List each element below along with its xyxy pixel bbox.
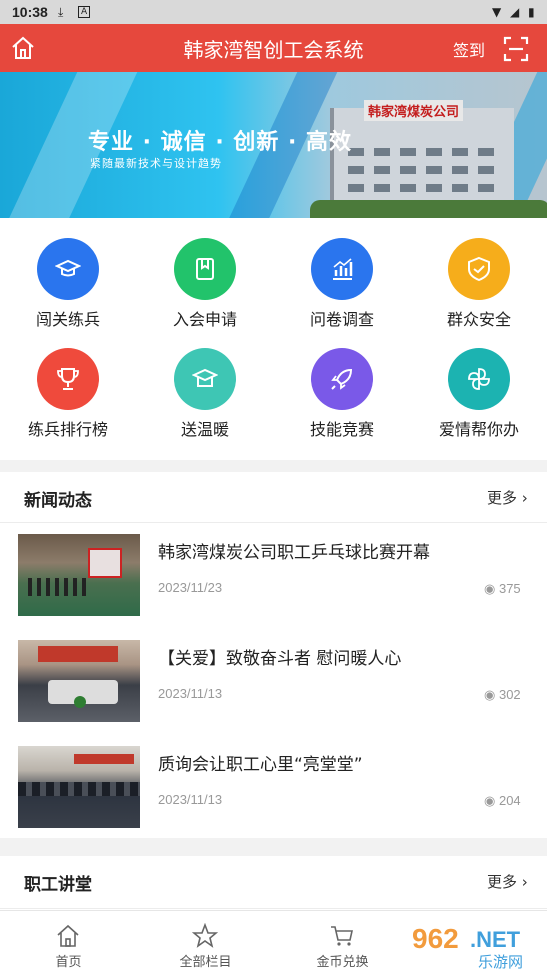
mortarboard-icon (174, 348, 236, 410)
more-label: 更多 (487, 489, 518, 507)
bookmark-form-icon (174, 238, 236, 300)
news-views: ◉ 375 (484, 581, 521, 597)
graduation-cap-icon (37, 238, 99, 300)
eye-icon: ◉ (484, 687, 496, 702)
eye-icon: ◉ (484, 793, 496, 808)
app-header: 韩家湾智创工会系统 签到 (0, 24, 547, 72)
news-date: 2023/11/13 (158, 792, 223, 807)
battery-icon: ▮ (528, 5, 535, 19)
feature-label: 闯关练兵 (35, 310, 100, 329)
home-icon (57, 924, 79, 947)
status-bar: 10:38 ⤓ A ▼ ◢ ▮ (0, 0, 547, 24)
section-title: 新闻动态 (24, 491, 92, 511)
feature-join[interactable]: 入会申请 (137, 218, 273, 329)
tab-coin-exchange[interactable]: 金币兑换 (274, 911, 411, 975)
news-section: 新闻动态 更多 › 韩家湾煤炭公司职工乒乓球比赛开幕 2023/11/23 ◉ … (0, 472, 547, 838)
feature-contest[interactable]: 技能竞赛 (274, 328, 410, 439)
more-label: 更多 (487, 873, 518, 891)
trophy-icon (37, 348, 99, 410)
banner-slogan: 专业 · 诚信 · 创新 · 高效 (88, 130, 353, 155)
svg-text:乐游网: 乐游网 (478, 953, 523, 970)
bar-chart-icon (311, 238, 373, 300)
news-thumbnail (18, 746, 140, 828)
news-title: 【关爱】致敬奋斗者 慰问暖人心 (158, 649, 402, 669)
more-link[interactable]: 更多 › (487, 871, 528, 892)
feature-label: 练兵排行榜 (27, 420, 108, 439)
feature-training[interactable]: 闯关练兵 (0, 218, 136, 329)
chevron-right-icon: › (521, 873, 528, 891)
feature-ranking[interactable]: 练兵排行榜 (0, 328, 136, 439)
views-count: 302 (498, 687, 521, 702)
pinwheel-icon (448, 348, 510, 410)
signin-button[interactable]: 签到 (453, 37, 485, 61)
views-count: 375 (498, 581, 521, 596)
rocket-icon (311, 348, 373, 410)
feature-label: 问卷调查 (309, 310, 374, 329)
svg-text:.NET: .NET (470, 927, 521, 952)
news-item[interactable]: 【关爱】致敬奋斗者 慰问暖人心 2023/11/13 ◉ 302 (0, 640, 547, 746)
views-count: 204 (498, 793, 521, 808)
notification-a-icon: A (78, 6, 91, 18)
feature-love[interactable]: 爱情帮你办 (411, 328, 547, 439)
signal-icon: ◢ (510, 5, 520, 19)
tab-label: 全部栏目 (179, 955, 232, 970)
news-header: 新闻动态 更多 › (0, 472, 547, 523)
lecture-header: 职工讲堂 更多 › (0, 856, 547, 909)
feature-label: 技能竞赛 (309, 420, 374, 439)
more-link[interactable]: 更多 › (487, 487, 528, 508)
eye-icon: ◉ (484, 581, 496, 596)
tab-home[interactable]: 首页 (0, 911, 137, 975)
star-icon (192, 923, 218, 948)
news-item[interactable]: 质询会让职工心里“亮堂堂” 2023/11/13 ◉ 204 (0, 746, 547, 852)
news-views: ◉ 302 (484, 687, 521, 703)
feature-label: 爱情帮你办 (438, 420, 519, 439)
feature-label: 送温暖 (180, 420, 229, 439)
news-date: 2023/11/13 (158, 686, 223, 701)
tab-all-columns[interactable]: 全部栏目 (137, 911, 274, 975)
news-thumbnail (18, 534, 140, 616)
news-title: 质询会让职工心里“亮堂堂” (158, 755, 363, 775)
trees-image (310, 200, 547, 218)
chevron-right-icon: › (521, 489, 528, 507)
news-thumbnail (18, 640, 140, 722)
banner-subline: 紧随最新技术与设计趋势 (90, 157, 222, 170)
scan-icon[interactable] (503, 36, 529, 62)
feature-grid: 闯关练兵 入会申请 问卷调查 群众安全 练兵排行榜 送温暖 技能竞赛 爱情帮你办 (0, 218, 547, 460)
section-title: 职工讲堂 (24, 875, 92, 895)
feature-label: 群众安全 (446, 310, 511, 329)
news-date: 2023/11/23 (158, 580, 223, 595)
wifi-icon: ▼ (492, 5, 502, 19)
watermark-logo: 962 .NET 乐游网 (412, 923, 523, 970)
tab-label: 金币兑换 (316, 955, 369, 970)
svg-text:962: 962 (412, 923, 459, 954)
feature-warmth[interactable]: 送温暖 (137, 328, 273, 439)
cart-icon (331, 926, 353, 946)
tab-label: 首页 (55, 955, 82, 970)
feature-survey[interactable]: 问卷调查 (274, 218, 410, 329)
download-icon: ⤓ (58, 5, 64, 19)
shield-check-icon (448, 238, 510, 300)
building-sign: 韩家湾煤炭公司 (364, 100, 464, 121)
news-item[interactable]: 韩家湾煤炭公司职工乒乓球比赛开幕 2023/11/23 ◉ 375 (0, 534, 547, 640)
lecture-section: 职工讲堂 更多 › (0, 856, 547, 910)
feature-safety[interactable]: 群众安全 (411, 218, 547, 329)
feature-label: 入会申请 (172, 310, 237, 329)
news-title: 韩家湾煤炭公司职工乒乓球比赛开幕 (158, 543, 430, 563)
news-views: ◉ 204 (484, 793, 521, 809)
hero-banner[interactable]: 韩家湾煤炭公司 专业 · 诚信 · 创新 · 高效 紧随最新技术与设计趋势 (0, 72, 547, 218)
status-time: 10:38 (12, 4, 48, 20)
